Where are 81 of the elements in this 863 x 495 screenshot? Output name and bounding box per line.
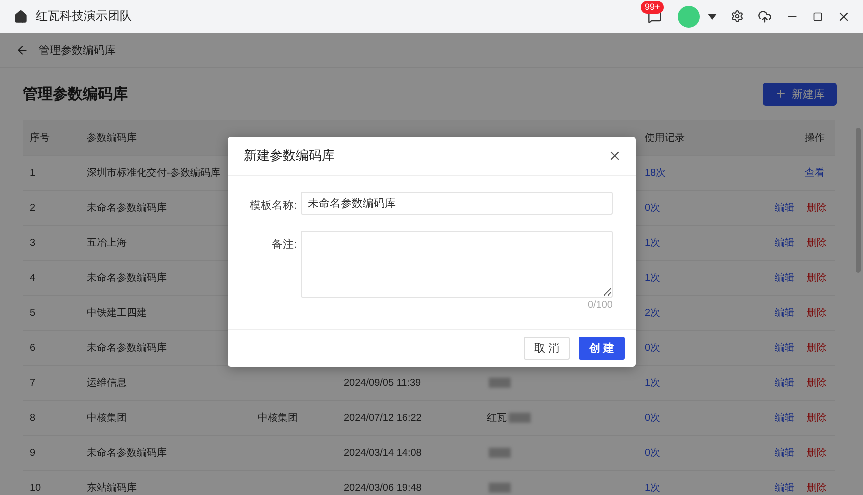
table-cell-text: 未命名参数编码库 <box>87 202 167 215</box>
table-cell-text: 中核集团 <box>258 412 298 425</box>
usage-count[interactable]: 0次 <box>645 341 661 355</box>
delete-link[interactable]: 删除 <box>807 376 827 390</box>
usage-count[interactable]: 0次 <box>645 201 661 215</box>
table-cell: 2024/03/06 19:48 <box>344 482 422 494</box>
usage-count[interactable]: 0次 <box>645 446 661 460</box>
edit-link[interactable]: 编辑 <box>775 481 795 495</box>
table-cell-text: 未命名参数编码库 <box>87 446 167 460</box>
textarea-field[interactable] <box>301 231 613 298</box>
delete-link[interactable]: 删除 <box>807 271 827 285</box>
dialog-title: 新建参数编码库 <box>244 147 335 165</box>
plus-icon <box>775 88 787 100</box>
delete-link[interactable]: 删除 <box>807 341 827 355</box>
table-cell: 2024/07/12 16:22 <box>344 412 422 424</box>
table-cell-text: 中铁建工四建 <box>87 306 147 320</box>
page-title: 管理参数编码库 <box>23 84 128 104</box>
delete-link[interactable]: 删除 <box>807 481 827 495</box>
edit-link[interactable]: 编辑 <box>775 376 795 390</box>
delete-link[interactable]: 删除 <box>807 411 827 425</box>
scrollbar[interactable] <box>856 128 861 273</box>
edit-link[interactable]: 编辑 <box>775 306 795 320</box>
column-header: 操作 <box>805 132 825 144</box>
home-icon[interactable] <box>14 10 28 24</box>
delete-link[interactable]: 删除 <box>807 201 827 215</box>
usage-count[interactable]: 2次 <box>645 306 661 320</box>
delete-link[interactable]: 删除 <box>807 306 827 320</box>
back-arrow-icon[interactable] <box>16 44 29 56</box>
table-cell: 7 <box>30 378 36 388</box>
table-cell-text: 未命名参数编码库 <box>87 342 167 355</box>
table-cell: 6 <box>30 342 36 354</box>
table-cell: 2 <box>30 202 36 214</box>
table-cell-text: 中核集团 <box>87 412 127 425</box>
caret-icon[interactable] <box>708 14 717 20</box>
table-cell: 2024/03/14 14:08 <box>344 448 422 458</box>
view-link[interactable]: 查看 <box>805 166 825 180</box>
table-cell-text: 东站编码库 <box>87 482 137 495</box>
table-cell: 8 <box>30 412 36 424</box>
edit-link[interactable]: 编辑 <box>775 341 795 355</box>
maximize-icon[interactable] <box>813 12 823 22</box>
character-counter: 0/100 <box>588 300 613 311</box>
edit-link[interactable]: 编辑 <box>775 411 795 425</box>
table-cell-text: 未命名参数编码库 <box>87 272 167 285</box>
column-header: 参数编码库 <box>87 132 137 144</box>
table-cell: 2024/09/05 11:39 <box>344 378 422 388</box>
app-title: 红瓦科技演示团队 <box>36 8 133 25</box>
usage-count[interactable]: 0次 <box>645 411 661 425</box>
table-cell-text: 红瓦 <box>487 412 507 425</box>
notification-badge: 99+ <box>641 0 664 14</box>
breadcrumb: 管理参数编码库 <box>39 44 116 58</box>
usage-count[interactable]: 1次 <box>645 271 661 285</box>
table-cell: 9 <box>30 448 36 458</box>
table-cell: 10 <box>30 482 42 494</box>
usage-count[interactable]: 18次 <box>645 166 666 180</box>
table-cell: 3 <box>30 238 36 248</box>
table-cell-text: 深圳市标准化交付-参数编码库 <box>87 166 220 180</box>
column-header: 使用记录 <box>645 132 685 144</box>
table-cell-text: 五冶上海 <box>87 236 127 250</box>
cancel-button[interactable]: 取 消 <box>524 337 570 360</box>
edit-link[interactable]: 编辑 <box>775 236 795 250</box>
edit-link[interactable]: 编辑 <box>775 201 795 215</box>
usage-count[interactable]: 1次 <box>645 376 661 390</box>
close-icon[interactable] <box>608 149 622 163</box>
input-field[interactable]: 未命名参数编码库 <box>301 192 613 215</box>
delete-link[interactable]: 删除 <box>807 236 827 250</box>
table-cell-text: 运维信息 <box>87 376 127 390</box>
delete-link[interactable]: 删除 <box>807 446 827 460</box>
table-cell: 4 <box>30 272 36 284</box>
new-library-button[interactable]: 新建库 <box>763 82 837 106</box>
edit-link[interactable]: 编辑 <box>775 446 795 460</box>
field-label: 模板名称: <box>248 199 298 213</box>
table-cell: 1 <box>30 168 36 178</box>
column-header: 序号 <box>30 132 50 144</box>
edit-link[interactable]: 编辑 <box>775 271 795 285</box>
settings-icon[interactable] <box>731 10 744 23</box>
usage-count[interactable]: 1次 <box>645 236 661 250</box>
cloud-upload-icon[interactable] <box>758 10 772 24</box>
create-button[interactable]: 创 建 <box>579 337 625 360</box>
table-cell: 5 <box>30 308 36 318</box>
field-label: 备注: <box>270 238 298 252</box>
usage-count[interactable]: 1次 <box>645 481 661 495</box>
